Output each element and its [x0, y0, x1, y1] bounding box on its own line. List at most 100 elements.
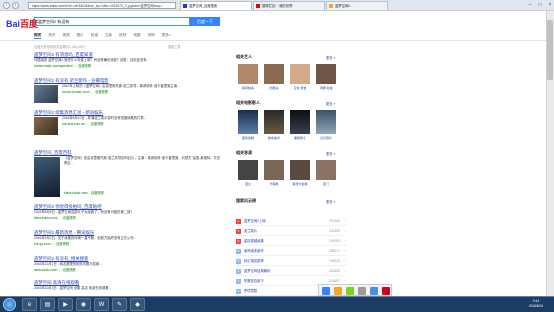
- folder-icon[interactable]: ▤: [40, 298, 55, 311]
- trend-up-icon: ↑: [344, 229, 346, 233]
- more-link[interactable]: 更多 »: [326, 55, 335, 60]
- settings-icon[interactable]: [358, 287, 366, 295]
- word-icon[interactable]: W: [94, 298, 109, 311]
- result-thumbnail[interactable]: [34, 85, 58, 103]
- tab-second[interactable]: 楼梯栏目：'我的世界': [253, 1, 325, 10]
- ie-icon[interactable]: e: [22, 298, 37, 311]
- person-name[interactable]: 诺兰: [237, 182, 259, 186]
- media-icon[interactable]: ▶: [58, 298, 73, 311]
- person-name[interactable]: 卡梅隆: [263, 182, 285, 186]
- tab-caigou[interactable]: 采购: [148, 33, 155, 38]
- scrollbar-thumb[interactable]: [547, 20, 553, 80]
- result-item: 盗梦空间_百度百科 《盗梦空间》是由克里斯托弗·诺兰执导的科幻片，主演：莱昂纳多…: [34, 150, 224, 197]
- movie-name[interactable]: 星际穿越: [237, 136, 259, 140]
- result-item: 盗梦空间 高清在线观看 2016年10月3日 - 盗梦空间 全集 高清 免费在线…: [34, 280, 224, 291]
- system-clock[interactable]: 9:14 2016/8/16: [520, 299, 552, 309]
- tab-tieba[interactable]: 贴吧: [119, 33, 126, 38]
- movie-name[interactable]: 记忆碎片: [315, 136, 337, 140]
- person-name[interactable]: 汤姆·哈迪: [315, 86, 337, 90]
- search-tools-button[interactable]: 搜索工具: [168, 44, 181, 49]
- feedback-icon[interactable]: [346, 287, 354, 295]
- forward-arrow-icon[interactable]: ›: [12, 2, 19, 9]
- search-tabs: 网页 资讯 视频 图片 知道 文库 贴吧 地图 采购 更多»: [34, 32, 178, 40]
- rank-item[interactable]: 2 诺兰新片 231459 ↑: [236, 226, 346, 236]
- search-input[interactable]: 盗梦空间2 有没有: [34, 17, 190, 26]
- page-icon: [256, 4, 260, 8]
- person-photo[interactable]: [264, 64, 284, 84]
- person-photo[interactable]: [264, 160, 284, 180]
- result-url[interactable]: www.baidu.com/... - 百度快照: [34, 267, 224, 272]
- rank-item[interactable]: 1 盗梦空间2上映 237406 ↑: [236, 216, 346, 226]
- browser-toolbar: ‹ › https://www.baidu.com/s?ie=utf-8&f=8…: [0, 0, 554, 11]
- person-name[interactable]: 昆汀: [315, 182, 337, 186]
- result-item: 盗梦空间2 最新消息 - 腾讯娱乐 2016年9月2日 - 关于续集的传闻一直不…: [34, 230, 224, 246]
- trend-up-icon: ↑: [344, 219, 346, 223]
- page-icon: [329, 4, 333, 8]
- tab-map[interactable]: 地图: [133, 33, 140, 38]
- share-icon[interactable]: [322, 287, 330, 295]
- person-photo[interactable]: [316, 160, 336, 180]
- tab-baidu-search[interactable]: 盗梦空间_百度搜索: [180, 1, 252, 10]
- rank-item[interactable]: 4 莱昂纳多新作 205217 ↑: [236, 246, 346, 256]
- qr-icon[interactable]: [370, 287, 378, 295]
- paint-icon[interactable]: ✎: [112, 298, 127, 311]
- more-link[interactable]: 更多 »: [326, 101, 335, 106]
- firefox-icon[interactable]: ◉: [76, 298, 91, 311]
- tab-more[interactable]: 更多»: [162, 33, 171, 38]
- related-directors-heading: 相关导演: [236, 150, 252, 155]
- rank-item[interactable]: 6 盗梦空间结局解析 229409 ↑: [236, 266, 346, 276]
- tab-news[interactable]: 资讯: [48, 33, 55, 38]
- maximize-icon[interactable]: □: [536, 1, 544, 9]
- back-arrow-icon[interactable]: ‹: [3, 2, 10, 9]
- tab-web[interactable]: 网页: [34, 33, 42, 39]
- result-url[interactable]: movie.douban.com/... - 百度快照: [62, 89, 224, 94]
- person-photo[interactable]: [290, 160, 310, 180]
- result-url[interactable]: ent.qq.com/... - 百度快照: [34, 241, 224, 246]
- more-link[interactable]: 更多 »: [326, 151, 335, 156]
- movie-poster[interactable]: [264, 110, 284, 134]
- tab-zhidao[interactable]: 知道: [91, 33, 98, 38]
- more-link[interactable]: 更多 »: [326, 199, 335, 204]
- person-name[interactable]: 艾伦·佩吉: [289, 86, 311, 90]
- person-name[interactable]: 斯皮尔伯格: [289, 182, 311, 186]
- search-button[interactable]: 百度一下: [190, 17, 220, 26]
- person-name[interactable]: 莱昂纳多: [237, 86, 259, 90]
- result-desc: 2016年10月3日 - 盗梦空间 全集 高清 免费在线观看...: [34, 286, 112, 290]
- top-icon[interactable]: [382, 287, 390, 295]
- other-icon[interactable]: ◆: [130, 298, 145, 311]
- minimize-icon[interactable]: –: [526, 1, 534, 9]
- result-url[interactable]: ent.sina.com.cn/... - 百度快照: [62, 121, 224, 126]
- tab-third[interactable]: 盗梦空间2...: [326, 1, 388, 10]
- result-item: 盗梦空间2 你觉得会拍吗_百度贴吧 2016年8月5日 - 盗梦空间这部片子太经…: [34, 204, 224, 220]
- result-url[interactable]: zhidao.baidu.com/question/... - 百度快照: [34, 63, 224, 68]
- movie-poster[interactable]: [290, 110, 310, 134]
- person-photo[interactable]: [316, 64, 336, 84]
- taskbar: e ▤ ▶ ◉ W ✎ ◆ 9:14 2016/8/16: [0, 296, 554, 312]
- person-photo[interactable]: [290, 64, 310, 84]
- person-photo[interactable]: [238, 64, 258, 84]
- floating-toolbar: [318, 284, 392, 296]
- result-url[interactable]: baike.baidu.com/ - 百度快照: [64, 190, 224, 195]
- tab-video[interactable]: 视频: [62, 33, 69, 38]
- rank-item[interactable]: 5 科幻电影推荐 249015 ↑: [236, 256, 346, 266]
- rank-item[interactable]: 3 星际穿越续集 209263 ↑: [236, 236, 346, 246]
- movie-name[interactable]: 致命魔术: [263, 136, 285, 140]
- result-count: 百度为您找到相关结果约3,140,000个: [34, 45, 87, 49]
- start-button[interactable]: [3, 298, 16, 311]
- favorite-icon[interactable]: [334, 287, 342, 295]
- related-people-heading: 相关艺人: [236, 54, 252, 59]
- close-icon[interactable]: ×: [546, 1, 554, 9]
- person-photo[interactable]: [238, 160, 258, 180]
- related-movies-heading: 相关电影影人: [236, 100, 260, 105]
- divider: [0, 40, 546, 41]
- person-name[interactable]: 约瑟夫: [263, 86, 285, 90]
- tab-images[interactable]: 图片: [77, 33, 84, 38]
- result-url[interactable]: tieba.baidu.com/... - 百度快照: [34, 215, 224, 220]
- tab-wenku[interactable]: 文库: [105, 33, 112, 38]
- movie-name[interactable]: 黑暗骑士: [289, 136, 311, 140]
- movie-poster[interactable]: [238, 110, 258, 134]
- movie-poster[interactable]: [34, 157, 60, 197]
- movie-poster[interactable]: [316, 110, 336, 134]
- result-thumbnail[interactable]: [34, 117, 58, 135]
- address-bar[interactable]: https://www.baidu.com/s?ie=utf-8&f=8&rsv…: [28, 2, 176, 9]
